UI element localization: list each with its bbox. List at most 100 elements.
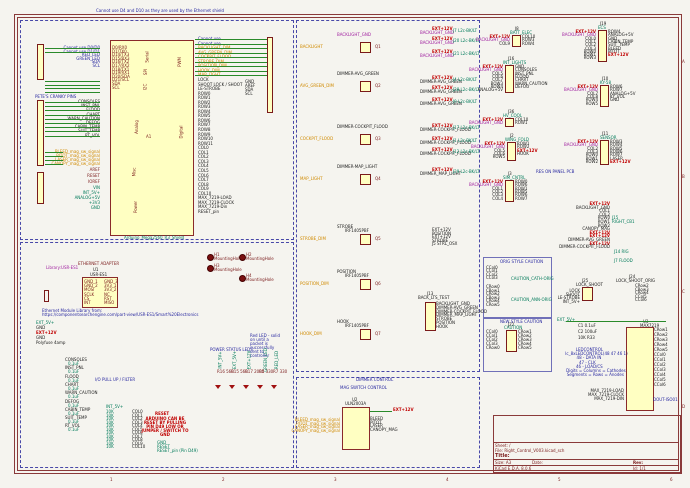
mosfet-gate-net: BACKLIGHT <box>300 44 323 49</box>
led-control-note: Segments = Rows = Anodes <box>566 372 624 378</box>
wire <box>195 75 267 77</box>
caution-title: ORIG STYLE CAUTION <box>500 259 544 264</box>
mosfet-gate-net: MAP_LIGHT <box>300 176 323 181</box>
pin-net: CCol6 <box>654 382 666 387</box>
reset-note: ARDUINO CAN BE RESET BY PULLING PIN D49 … <box>141 416 189 437</box>
pin-net: ROW2 <box>585 158 598 164</box>
connector-header <box>598 30 607 62</box>
cap-value: 0.1uF <box>68 410 80 416</box>
max7219-symbol <box>626 327 654 411</box>
ethernet-url: https://componentsearchengine.com/part-v… <box>42 312 199 317</box>
pin-net: INT_5V+ <box>562 298 580 304</box>
caution-label: CAUTION_ANN-ORIG <box>511 297 552 302</box>
connector-header <box>505 65 514 94</box>
uln2003-symbol <box>342 407 370 450</box>
bus-section-label: PWM <box>176 57 182 67</box>
conn-ref: J14 RIG <box>614 249 629 254</box>
wire <box>370 411 392 412</box>
wire <box>45 84 100 86</box>
bus-section-label: Analog <box>133 120 139 134</box>
res-value: 10K <box>106 444 114 449</box>
ethernet-title: ETHERNET ADAPTER <box>78 261 120 266</box>
border-column-label: 3 <box>334 477 337 482</box>
mosfet-drain-net: DIMMER-AVG_GREEN <box>337 71 379 76</box>
border-row-label: B <box>682 174 685 179</box>
led-net: RED_LED <box>274 350 280 370</box>
bus-section-label: SPI <box>143 68 149 76</box>
component-label: C1 0.1uF <box>578 323 596 328</box>
title-size: Size: A3 <box>495 460 512 465</box>
border-column-label: 6 <box>670 477 673 482</box>
chip-part: ULN2003A <box>345 401 367 406</box>
wire <box>195 48 267 50</box>
header-pin: HOOK <box>436 323 448 329</box>
wire <box>45 110 100 112</box>
wire <box>45 131 100 133</box>
mosfet-gate-net: AVG_GREEN_DIM <box>300 83 334 88</box>
arduino-name: Arduino_Mega2560_R3_Shield <box>124 235 185 240</box>
mosfet-ref: Q1 <box>375 44 381 49</box>
wire <box>45 164 63 166</box>
net-label: CANOPY_mag_sw_signal <box>291 428 340 434</box>
bus-section-label: Digital <box>178 125 184 139</box>
wire <box>195 39 267 40</box>
connector-header <box>512 35 521 47</box>
conn-ref: J29 L2c-BK/LT <box>453 169 480 174</box>
net-label: RESET <box>87 173 100 178</box>
pin-net: ROW3 <box>583 55 596 61</box>
conn-ref: J1 L2c-BK/LT <box>453 138 478 143</box>
wire <box>195 66 267 68</box>
led-icon <box>257 385 263 389</box>
led-icon <box>229 385 235 389</box>
wire <box>195 43 267 45</box>
mosfet-icon <box>360 81 371 92</box>
pin-net: CRow5 <box>486 302 500 307</box>
arduino-ref: A1 <box>146 134 152 139</box>
res-net-label: COL10 <box>132 444 146 449</box>
header-j-left-2 <box>37 100 44 166</box>
lock-shoot-header <box>582 287 593 301</box>
connector-header <box>505 118 514 127</box>
cap-value: 0.1uF <box>68 402 80 408</box>
hole-name: MountingHole <box>214 256 242 261</box>
mosfet-part: IRF1405PBF <box>345 228 369 233</box>
dimmer-title: DIMMER CONTROL <box>356 377 394 382</box>
cap-value: 0.1uF <box>68 377 80 383</box>
net-label: IOREF <box>88 179 100 184</box>
wire <box>195 61 267 63</box>
mosfet-icon <box>360 279 371 290</box>
wire <box>45 91 100 93</box>
pin-net: ROW7 <box>515 195 528 201</box>
border-column-label: 2 <box>222 477 225 482</box>
conn-ref: J4 L2c-BK/LT <box>453 77 478 82</box>
pin-net: ROW5 <box>585 100 598 106</box>
wire <box>195 70 267 72</box>
conn-ref: J28 L2c-BK/LT <box>453 87 480 92</box>
wire <box>45 88 100 89</box>
hole-name: MountingHole <box>246 277 274 282</box>
ethernet-resistor <box>44 290 49 302</box>
mosfet-icon <box>360 234 371 245</box>
wire <box>45 81 100 82</box>
border-column-label: 1 <box>110 477 113 482</box>
net-label: AREF <box>89 167 100 172</box>
mosfet-ref: Q5 <box>375 236 381 241</box>
bus-section-label: I2C <box>142 83 148 91</box>
conn-ref: J7 FLOOD <box>614 258 633 263</box>
pin-net: DEFOG <box>515 83 530 89</box>
header-j-left-1 <box>37 44 44 80</box>
net-label: SCL <box>245 91 253 96</box>
header-j-left-3 <box>37 172 44 204</box>
conn-name: RIGHT_CB1 <box>612 219 635 224</box>
mosfet-ref: Q7 <box>375 331 381 336</box>
pin-net: COL4 <box>492 195 503 201</box>
pin-net: ROW4 <box>522 40 535 46</box>
mosfet-ref: Q2 <box>375 83 381 88</box>
net-label: RESET_pin <box>198 208 220 214</box>
bus-section-label: Serial <box>144 51 150 63</box>
wire <box>45 102 100 103</box>
pin-label: INT <box>84 300 91 305</box>
reset-pin: RESET_pin (Pin D49) <box>157 447 198 453</box>
cap-value: 0.1uF <box>68 419 80 425</box>
conn-net: BACKLIGHT_GND <box>420 53 454 58</box>
